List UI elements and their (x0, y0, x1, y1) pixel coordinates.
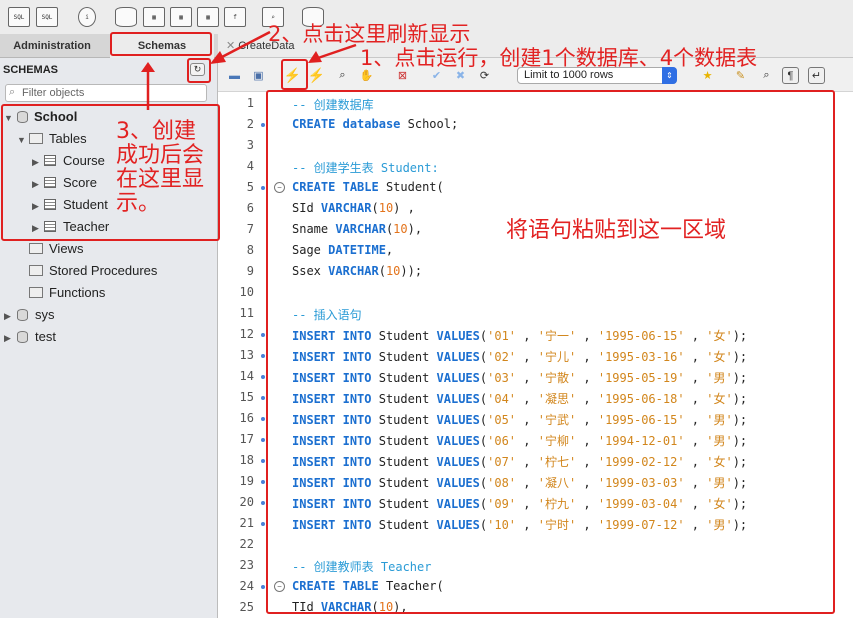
annotation-created-line: 3、创建 (116, 119, 196, 144)
annotation-created: 3、创建 成功后会 在这里显 示。 (116, 120, 204, 216)
annotation-created-line: 在这里显 (116, 167, 205, 192)
annotation-paste: 将语句粘贴到这一区域 (506, 218, 727, 243)
annotation-created-line: 成功后会 (116, 143, 205, 168)
annotation-arrows (141, 30, 357, 110)
annotation-created-line: 示。 (116, 191, 161, 216)
arrow-to-refresh (219, 30, 271, 60)
arrowhead-up (141, 62, 155, 72)
annotation-refresh: 2、点击这里刷新显示 (268, 22, 471, 46)
